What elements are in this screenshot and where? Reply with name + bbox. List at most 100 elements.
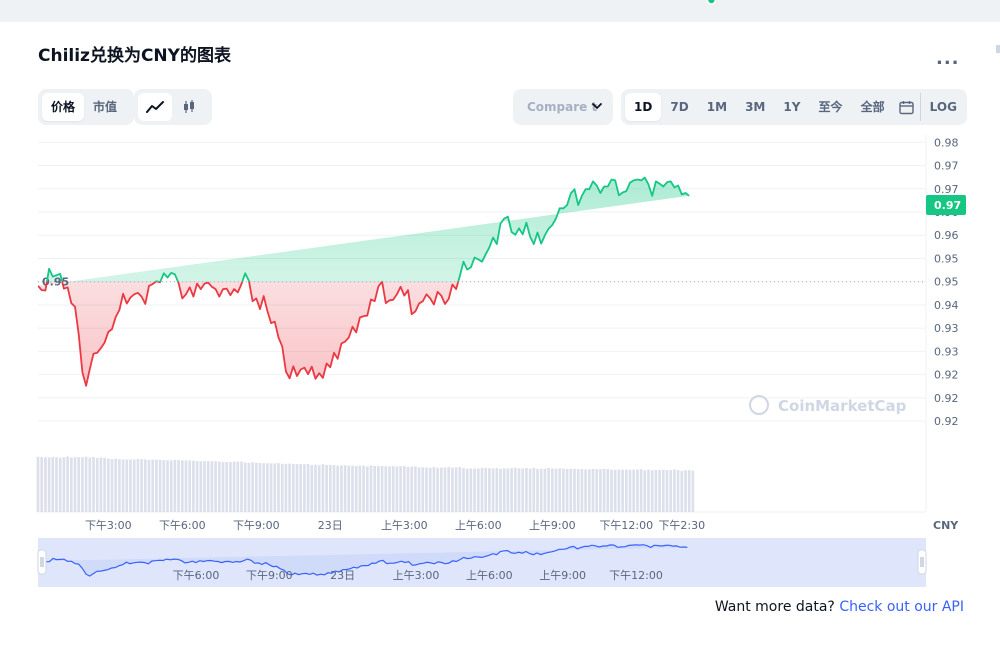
volume-bar	[81, 457, 84, 512]
volume-bar	[351, 465, 354, 512]
volume-bar	[525, 467, 528, 512]
volume-bar	[454, 467, 458, 512]
volume-bar	[632, 469, 636, 512]
volume-bar	[476, 468, 480, 512]
y-tick-label: 0.92	[934, 369, 959, 382]
y-tick-label: 0.93	[934, 345, 959, 358]
volume-bar	[225, 461, 229, 512]
y-tick-label: 0.94	[934, 299, 959, 312]
volume-bar	[177, 460, 180, 512]
volume-bar	[203, 461, 206, 512]
volume-bar	[465, 468, 469, 512]
navigator-tick-label: 23日	[330, 569, 355, 582]
volume-bar	[295, 464, 299, 512]
volume-bar	[499, 468, 502, 512]
volume-bar	[621, 469, 624, 512]
navigator-handle-left[interactable]	[37, 549, 47, 575]
volume-bar	[136, 459, 140, 512]
volume-bar	[236, 461, 240, 512]
volume-bar	[328, 464, 332, 512]
volume-bar	[103, 457, 106, 512]
y-tick-label: 0.96	[934, 229, 959, 242]
volume-bar	[513, 467, 517, 512]
volume-bar	[291, 463, 295, 512]
volume-bar	[628, 469, 632, 512]
volume-bar	[369, 465, 373, 512]
currency-label: CNY	[933, 519, 959, 532]
volume-bar	[147, 460, 151, 512]
volume-bar	[584, 469, 587, 512]
volume-bar	[439, 467, 443, 512]
volume-bar	[40, 457, 44, 512]
volume-bar	[84, 456, 88, 512]
volume-bar	[661, 469, 665, 512]
y-tick-label: 0.93	[934, 322, 959, 335]
volume-bar	[591, 469, 595, 512]
volume-bar	[669, 470, 673, 512]
volume-bar	[306, 463, 310, 512]
volume-bar	[480, 467, 484, 512]
volume-bar	[488, 468, 491, 512]
y-tick-label: 0.98	[934, 136, 959, 149]
volume-bar	[673, 469, 676, 512]
volume-bar	[587, 469, 591, 512]
volume-bar	[266, 463, 269, 512]
volume-bar	[192, 460, 195, 512]
volume-bar	[188, 460, 192, 512]
volume-bar	[421, 467, 425, 512]
volume-bar	[114, 458, 118, 512]
volume-bar	[66, 456, 69, 512]
volume-bar	[506, 468, 510, 512]
x-tick-label: 下午3:00	[85, 519, 132, 532]
navigator-tick-label: 下午6:00	[173, 569, 220, 582]
volume-bar	[58, 457, 62, 512]
volume-bar	[599, 469, 602, 512]
volume-bar	[395, 466, 399, 512]
volume-bar	[639, 469, 643, 512]
volume-bar	[636, 469, 639, 512]
volume-bar	[143, 459, 147, 512]
volume-bar	[617, 469, 621, 512]
volume-bar	[240, 461, 243, 512]
y-tick-label: 0.97	[934, 183, 959, 196]
volume-bar	[432, 467, 436, 512]
volume-bar	[106, 458, 110, 512]
volume-bar	[151, 459, 155, 512]
volume-bar	[462, 468, 465, 512]
volume-bar	[384, 466, 388, 512]
api-link[interactable]: Check out our API	[839, 599, 964, 615]
volume-bar	[214, 461, 217, 512]
volume-bar	[491, 468, 495, 512]
volume-bar	[73, 457, 77, 512]
volume-bar	[365, 466, 369, 512]
watermark-text: CoinMarketCap	[778, 397, 907, 415]
navigator-handle-right[interactable]	[917, 549, 927, 575]
volume-bar	[132, 459, 136, 512]
volume-bar	[321, 464, 325, 512]
x-tick-label: 下午6:00	[159, 519, 206, 532]
last-price-dot	[706, 0, 717, 5]
volume-bar	[77, 457, 81, 512]
x-tick-label: 下午9:00	[233, 519, 280, 532]
volume-bar	[288, 463, 291, 512]
volume-bar	[580, 468, 584, 512]
volume-bar	[269, 463, 273, 512]
volume-bar	[92, 456, 95, 512]
volume-bar	[299, 464, 303, 512]
volume-bar	[658, 469, 661, 512]
volume-bar	[528, 468, 532, 512]
volume-bar	[125, 459, 129, 512]
volume-bar	[643, 470, 647, 512]
volume-bar	[469, 468, 473, 512]
volume-bar	[624, 469, 628, 512]
volume-bar	[158, 459, 162, 512]
volume-bar	[569, 468, 573, 512]
volume-bar	[417, 467, 421, 512]
volume-bar	[354, 466, 358, 512]
volume-bar	[402, 466, 406, 512]
volume-bar	[284, 463, 288, 512]
volume-bar	[495, 468, 499, 512]
volume-bar	[243, 462, 247, 512]
volume-bar	[554, 468, 558, 512]
volume-bar	[277, 463, 280, 512]
